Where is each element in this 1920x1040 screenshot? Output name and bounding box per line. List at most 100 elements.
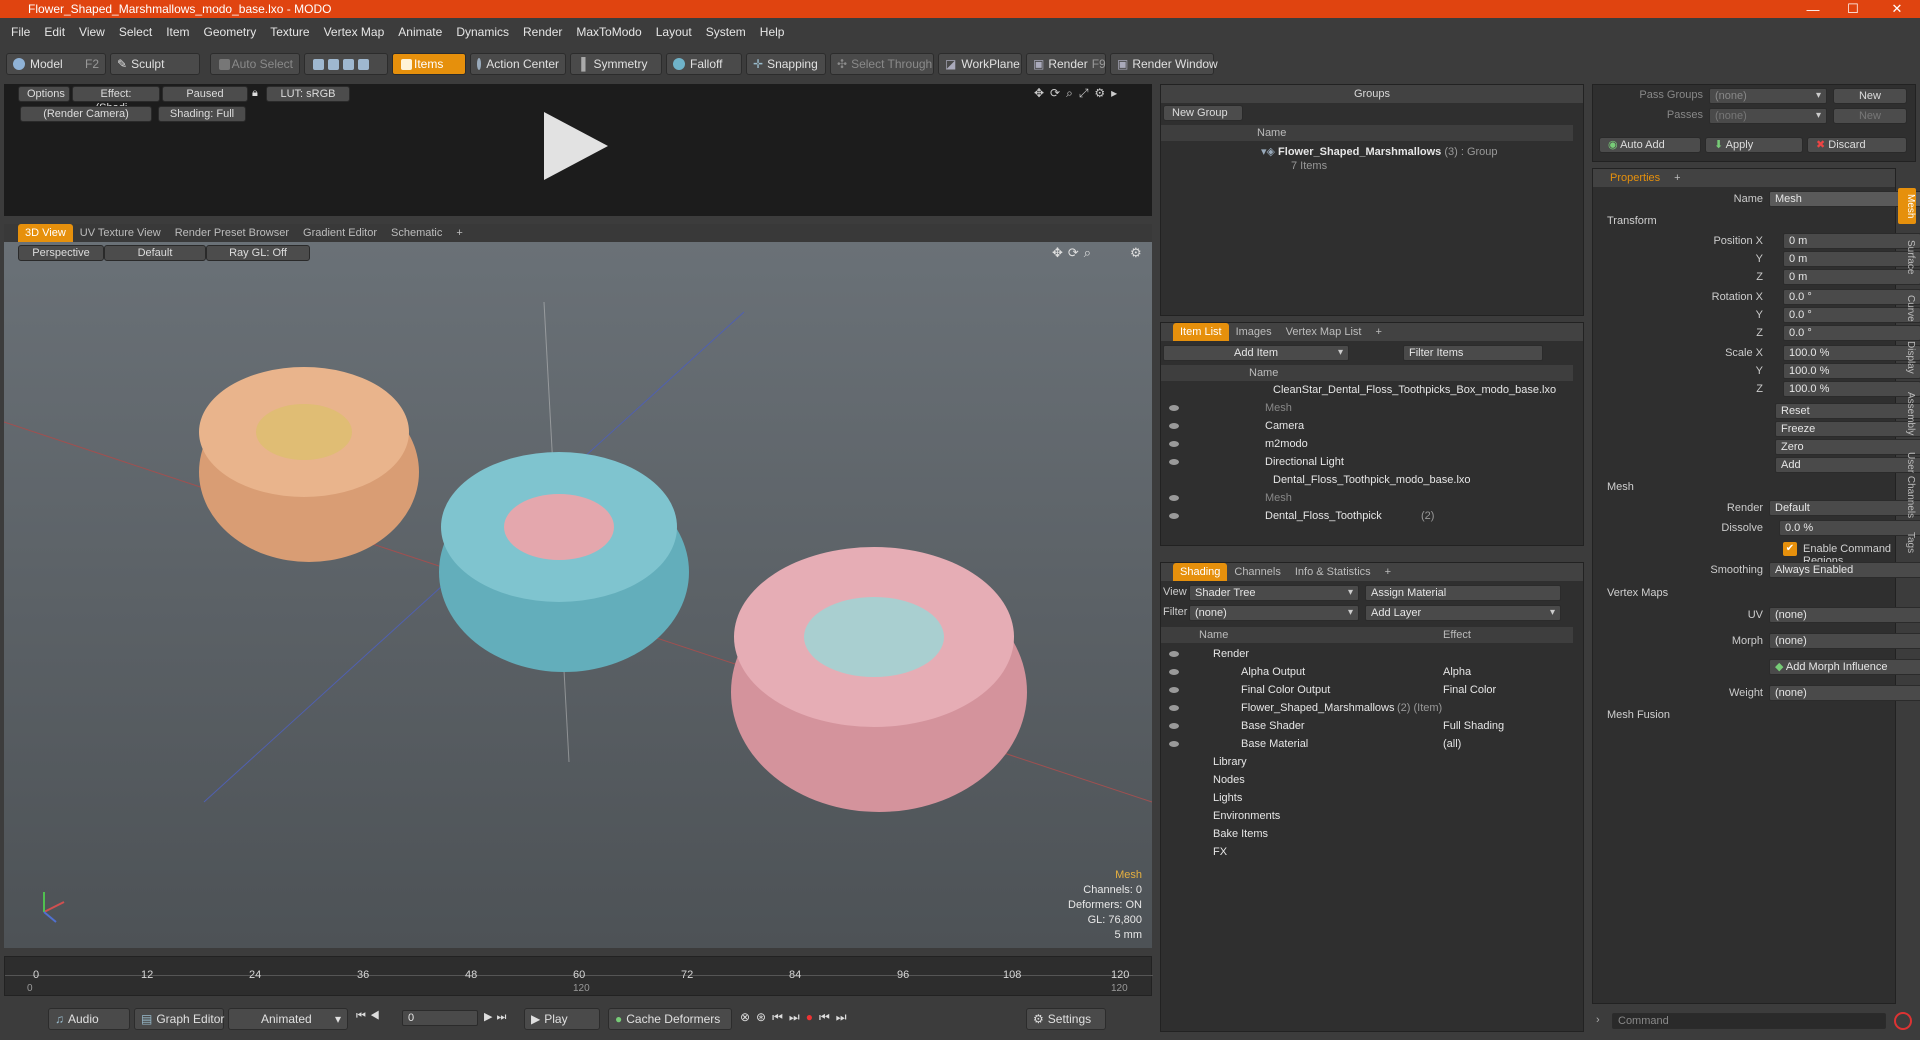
preview-effect-dropdown[interactable]: Effect: (Shadi... [72, 86, 160, 114]
uv-dropdown[interactable]: (none) [1769, 607, 1920, 623]
graph-editor-button[interactable]: ▤ Graph Editor [134, 1008, 224, 1030]
shader-row[interactable]: Flower_Shaped_Marshmallows (2) (Item) [1161, 699, 1573, 717]
timeline[interactable]: 0 12 24 36 48 60 72 84 96 108 120 0 120 … [4, 956, 1153, 996]
tab-properties[interactable]: Properties [1603, 169, 1667, 187]
add-tab-button[interactable]: + [1667, 169, 1687, 187]
menu-select[interactable]: Select [112, 25, 159, 39]
view-dropdown[interactable]: Shader Tree [1189, 585, 1359, 601]
menu-view[interactable]: View [72, 25, 112, 39]
new-group-button[interactable]: New Group [1163, 105, 1243, 121]
visibility-eye-icon[interactable] [1169, 459, 1179, 465]
visibility-eye-icon[interactable] [1169, 669, 1179, 675]
menu-edit[interactable]: Edit [37, 25, 72, 39]
render-window-button[interactable]: ▣ Render Window [1110, 53, 1218, 75]
menu-item[interactable]: Item [159, 25, 196, 39]
add-tab-button[interactable]: + [1368, 323, 1388, 341]
menu-animate[interactable]: Animate [391, 25, 449, 39]
visibility-eye-icon[interactable] [1169, 513, 1179, 519]
preview-paused-button[interactable]: Paused [162, 86, 248, 102]
shader-row[interactable]: Alpha Output Alpha [1161, 663, 1573, 681]
add-layer-dropdown[interactable]: Add Layer [1365, 605, 1561, 621]
key-controls[interactable]: ⊗⊛⏮⏭●⏮⏭ [740, 1010, 853, 1025]
item-row[interactable]: Mesh [1161, 489, 1573, 507]
item-row[interactable]: Directional Light [1161, 453, 1573, 471]
shading-dropdown[interactable]: Shading: Full [158, 106, 246, 122]
sculpt-button[interactable]: ✎ Sculpt [110, 53, 200, 75]
symmetry-button[interactable]: ▐ Symmetry [570, 53, 662, 75]
transform-section[interactable]: Transform [1607, 215, 1657, 227]
render-camera-dropdown[interactable]: (Render Camera) [20, 106, 152, 122]
side-tab-tags[interactable]: Tags [1898, 528, 1916, 558]
pass-groups-dropdown[interactable]: (none) [1709, 88, 1827, 104]
shader-row[interactable]: Lights [1161, 789, 1573, 807]
menu-file[interactable]: File [4, 25, 37, 39]
shader-row[interactable]: Nodes [1161, 771, 1573, 789]
tab-images[interactable]: Images [1229, 323, 1279, 341]
menu-geometry[interactable]: Geometry [197, 25, 264, 39]
action-center-button[interactable]: Action Center [470, 53, 566, 75]
model-button[interactable]: Model F2 [6, 53, 106, 75]
morph-dropdown[interactable]: (none) [1769, 633, 1920, 649]
side-tab-mesh[interactable]: Mesh [1898, 188, 1916, 224]
menu-texture[interactable]: Texture [263, 25, 316, 39]
transport-next-buttons[interactable]: ▶⏭ [484, 1010, 510, 1024]
add-morph-influence-button[interactable]: ◆ Add Morph Influence [1769, 659, 1920, 675]
close-button[interactable]: ✕ [1874, 0, 1920, 18]
falloff-button[interactable]: Falloff [666, 53, 742, 75]
discard-button[interactable]: ✖ Discard [1807, 137, 1907, 153]
tab-uv-texture-view[interactable]: UV Texture View [73, 224, 168, 242]
animated-dropdown[interactable]: Animated ▾ [228, 1008, 348, 1030]
pink-marshmallow[interactable] [731, 547, 1027, 812]
play-button[interactable]: ▶ Play [524, 1008, 600, 1030]
item-row[interactable]: Dental_Floss_Toothpick_modo_base.lxo [1161, 471, 1573, 489]
menu-dynamics[interactable]: Dynamics [449, 25, 516, 39]
item-row[interactable]: Camera [1161, 417, 1573, 435]
polygon-mode-icon[interactable] [343, 58, 354, 70]
vertex-maps-section[interactable]: Vertex Maps [1607, 587, 1668, 599]
shader-row[interactable]: Final Color Output Final Color [1161, 681, 1573, 699]
tab-info-statistics[interactable]: Info & Statistics [1288, 563, 1378, 581]
lut-dropdown[interactable]: LUT: sRGB [266, 86, 350, 102]
tab-item-list[interactable]: Item List [1173, 323, 1229, 341]
edge-mode-icon[interactable] [328, 58, 339, 70]
snapping-button[interactable]: ✛ Snapping [746, 53, 826, 75]
visibility-eye-icon[interactable] [1169, 723, 1179, 729]
tab-vertex-map-list[interactable]: Vertex Map List [1279, 323, 1369, 341]
shader-row[interactable]: Base Shader Full Shading [1161, 717, 1573, 735]
menu-maxtomodo[interactable]: MaxToModo [569, 25, 648, 39]
preview-view-controls[interactable]: ✥⟳⌕⤢⚙▸ [1034, 86, 1123, 101]
tab-gradient-editor[interactable]: Gradient Editor [296, 224, 384, 242]
mesh-section[interactable]: Mesh [1607, 481, 1634, 493]
add-tab-button[interactable]: + [449, 224, 469, 242]
new-pass-button[interactable]: New [1833, 108, 1907, 124]
command-expand-icon[interactable]: › [1596, 1014, 1600, 1026]
audio-button[interactable]: ♫ Audio [48, 1008, 130, 1030]
auto-add-button[interactable]: ◉ Auto Add [1599, 137, 1701, 153]
apply-button[interactable]: ⬇ Apply [1705, 137, 1803, 153]
menu-help[interactable]: Help [753, 25, 792, 39]
play-preview-icon[interactable] [544, 112, 608, 180]
auto-select-button[interactable]: Auto Select [210, 53, 300, 75]
passes-dropdown[interactable]: (none) [1709, 108, 1827, 124]
menu-layout[interactable]: Layout [649, 25, 699, 39]
mesh-fusion-section[interactable]: Mesh Fusion [1607, 709, 1670, 721]
tab-3d-view[interactable]: 3D View [18, 224, 73, 242]
tab-channels[interactable]: Channels [1227, 563, 1287, 581]
lock-icon[interactable]: 🔒︎ [252, 87, 258, 100]
items-mode-button[interactable]: Items [392, 53, 466, 75]
range-mid[interactable]: 120 [573, 983, 590, 994]
item-row[interactable]: Dental_Floss_Toothpick (2) [1161, 507, 1573, 525]
menu-system[interactable]: System [699, 25, 753, 39]
visibility-eye-icon[interactable] [1169, 687, 1179, 693]
side-tab-surface[interactable]: Surface [1898, 232, 1916, 282]
weight-dropdown[interactable]: (none) [1769, 685, 1920, 701]
side-tab-display[interactable]: Display [1898, 334, 1916, 380]
menu-vertex-map[interactable]: Vertex Map [317, 25, 392, 39]
visibility-eye-icon[interactable] [1169, 405, 1179, 411]
assign-material-button[interactable]: Assign Material [1365, 585, 1561, 601]
visibility-eye-icon[interactable] [1169, 741, 1179, 747]
tab-schematic[interactable]: Schematic [384, 224, 449, 242]
side-tab-assembly[interactable]: Assembly [1898, 386, 1916, 442]
3d-viewport[interactable]: Perspective Default Ray GL: Off ✥⟳⌕ ⚙ Me [4, 242, 1152, 948]
select-through-button[interactable]: ✣ Select Through [830, 53, 934, 75]
